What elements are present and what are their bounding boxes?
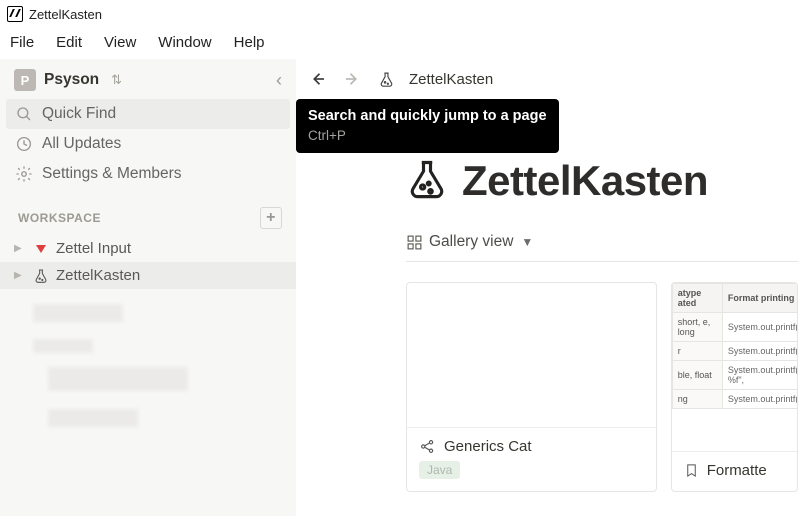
quick-find-button[interactable]: Quick Find: [6, 99, 290, 129]
card-cover-table: atype ated Format printing short, e, lon…: [672, 283, 798, 409]
nav-forward-button[interactable]: [340, 67, 364, 91]
th: atype ated: [672, 284, 722, 313]
settings-label: Settings & Members: [42, 165, 182, 183]
workspace-name: Psyson: [44, 71, 99, 89]
flask-icon: [378, 71, 395, 88]
triangle-down-red-icon: [32, 245, 50, 253]
quick-find-label: Quick Find: [42, 105, 116, 123]
main-content: ZettelKasten Search and quickly jump to …: [296, 59, 798, 516]
gallery-icon: [406, 234, 423, 251]
card-cover: [407, 283, 656, 427]
card-title: Generics Cat: [444, 438, 532, 455]
card-tag: Java: [419, 461, 460, 479]
tree-item-zettelkasten[interactable]: ▶ ZettelKasten: [0, 262, 296, 289]
menu-edit[interactable]: Edit: [56, 34, 82, 51]
menu-view[interactable]: View: [104, 34, 136, 51]
page-title[interactable]: ZettelKasten: [462, 157, 708, 205]
th: Format printing: [722, 284, 798, 313]
all-updates-label: All Updates: [42, 135, 121, 153]
caret-icon[interactable]: ▶: [14, 243, 26, 254]
breadcrumb-title[interactable]: ZettelKasten: [409, 71, 493, 88]
tree-item-label: ZettelKasten: [56, 267, 140, 284]
td: r: [672, 342, 722, 361]
sidebar: P Psyson ⇅ ‹‹ Quick Find All Updates Set…: [0, 59, 296, 516]
td: ble, float: [672, 361, 722, 390]
nav-back-button[interactable]: [306, 67, 330, 91]
settings-button[interactable]: Settings & Members: [0, 159, 296, 189]
collapse-sidebar-icon[interactable]: ‹‹: [276, 70, 282, 91]
workspace-section-label: WORKSPACE: [18, 211, 101, 225]
menu-help[interactable]: Help: [234, 34, 265, 51]
workspace-avatar: P: [14, 69, 36, 91]
clock-icon: [14, 135, 34, 153]
menubar: File Edit View Window Help: [0, 28, 798, 59]
app-icon: [7, 6, 23, 22]
workspace-switcher[interactable]: P Psyson ⇅: [14, 69, 122, 91]
blurred-content: [28, 299, 268, 439]
updown-icon: ⇅: [111, 72, 122, 88]
tooltip-shortcut: Ctrl+P: [308, 127, 547, 145]
add-page-button[interactable]: +: [260, 207, 282, 229]
flask-icon: [32, 268, 50, 284]
tree-item-zettel-input[interactable]: ▶ Zettel Input: [0, 235, 296, 262]
gallery-card[interactable]: atype ated Format printing short, e, lon…: [671, 282, 798, 492]
td: ng: [672, 390, 722, 409]
search-icon: [14, 105, 34, 123]
bookmark-icon: [684, 462, 699, 479]
menu-file[interactable]: File: [10, 34, 34, 51]
caret-icon[interactable]: ▶: [14, 270, 26, 281]
flask-icon[interactable]: [406, 159, 448, 204]
td: short, e, long: [672, 313, 722, 342]
gallery-card[interactable]: Generics Cat Java: [406, 282, 657, 492]
share-nodes-icon: [419, 438, 436, 455]
td: System.out.printf("%s","String");: [722, 390, 798, 409]
gear-icon: [14, 165, 34, 183]
td: System.out.printf("%c",'c');: [722, 342, 798, 361]
chevron-down-icon: ▼: [521, 235, 533, 249]
window-title: ZettelKasten: [29, 7, 102, 22]
td: System.out.printf("%d",15000);: [722, 313, 798, 342]
all-updates-button[interactable]: All Updates: [0, 129, 296, 159]
tooltip-title: Search and quickly jump to a page: [308, 107, 547, 127]
tree-item-label: Zettel Input: [56, 240, 131, 257]
tooltip: Search and quickly jump to a page Ctrl+P: [296, 99, 559, 153]
td: System.out.printf("point Number %f",: [722, 361, 798, 390]
menu-window[interactable]: Window: [158, 34, 211, 51]
divider: [406, 261, 798, 262]
view-switcher[interactable]: Gallery view ▼: [406, 233, 798, 251]
view-label: Gallery view: [429, 233, 513, 251]
card-title: Formatte: [707, 462, 767, 479]
